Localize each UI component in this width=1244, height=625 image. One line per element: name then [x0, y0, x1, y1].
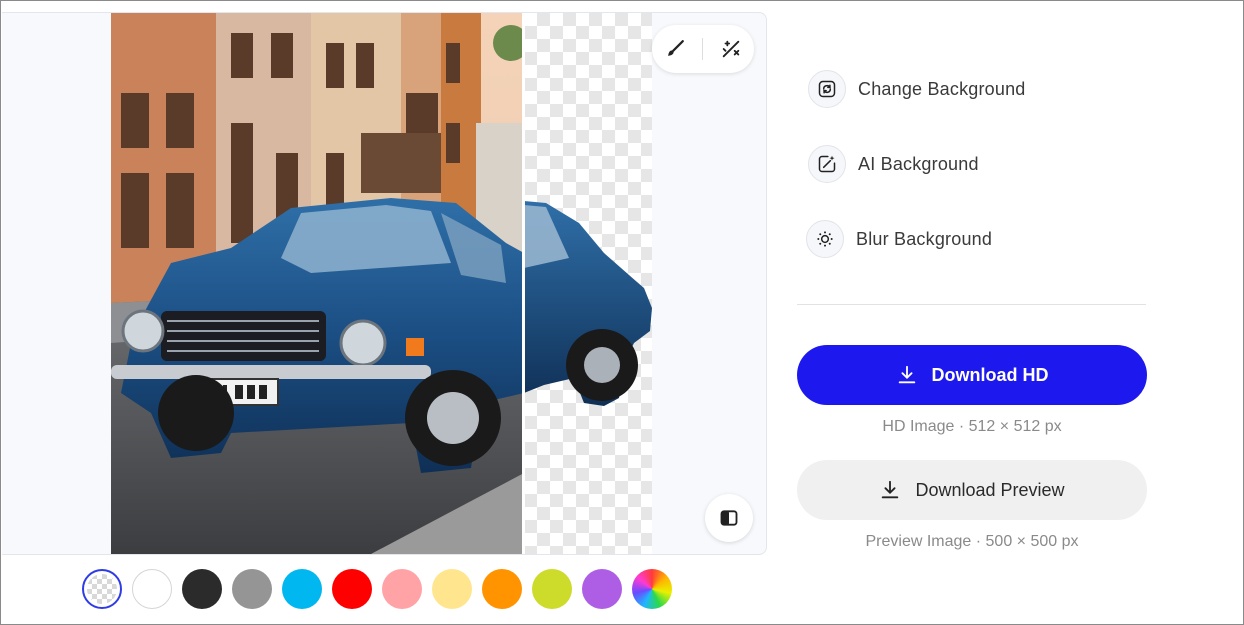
hd-image-info: HD Image · 512 × 512 px	[882, 418, 1062, 435]
result-image	[111, 13, 652, 554]
brush-icon	[667, 40, 684, 56]
swatch-gray[interactable]	[232, 569, 272, 609]
swatch-red[interactable]	[332, 569, 372, 609]
change-background-option[interactable]: Change Background	[808, 69, 1026, 109]
background-color-swatches	[82, 569, 672, 611]
download-hd-label: Download HD	[931, 364, 1049, 385]
download-icon	[896, 364, 918, 386]
cutout-transparent-area	[524, 13, 652, 554]
edit-tools	[652, 25, 754, 73]
section-divider	[797, 304, 1146, 305]
blur-background-label: Blur Background	[856, 228, 993, 249]
preview-card	[2, 12, 767, 555]
original-photo	[111, 13, 524, 554]
magic-erase-icon	[722, 40, 740, 58]
tool-separator	[702, 38, 704, 60]
swatch-custom-color[interactable]	[632, 569, 672, 609]
ai-background-label: AI Background	[858, 153, 979, 174]
swatch-pink[interactable]	[382, 569, 422, 609]
change-background-label: Change Background	[858, 78, 1026, 99]
download-preview-button[interactable]: Download Preview	[797, 460, 1147, 520]
blur-background-option[interactable]: Blur Background	[806, 219, 992, 259]
swatch-lime[interactable]	[532, 569, 572, 609]
swatch-light-yellow[interactable]	[432, 569, 472, 609]
swatch-black[interactable]	[182, 569, 222, 609]
swatch-sky-blue[interactable]	[282, 569, 322, 609]
change-background-icon	[808, 70, 846, 108]
ai-background-option[interactable]: AI Background	[808, 144, 979, 184]
download-icon	[879, 479, 901, 501]
download-preview-label: Download Preview	[915, 479, 1065, 500]
blur-background-icon	[806, 220, 844, 258]
download-hd-button[interactable]: Download HD	[797, 345, 1147, 405]
ai-background-icon	[808, 145, 846, 183]
brush-button[interactable]	[657, 31, 693, 67]
magic-erase-button[interactable]	[713, 31, 749, 67]
preview-image-info: Preview Image · 500 × 500 px	[865, 533, 1079, 550]
compare-divider[interactable]	[522, 13, 525, 554]
swatch-purple[interactable]	[582, 569, 622, 609]
compare-button[interactable]	[705, 494, 753, 542]
swatch-transparent[interactable]	[82, 569, 122, 609]
compare-icon	[720, 510, 738, 526]
swatch-white[interactable]	[132, 569, 172, 609]
transparent-pattern	[87, 574, 117, 604]
swatch-orange[interactable]	[482, 569, 522, 609]
